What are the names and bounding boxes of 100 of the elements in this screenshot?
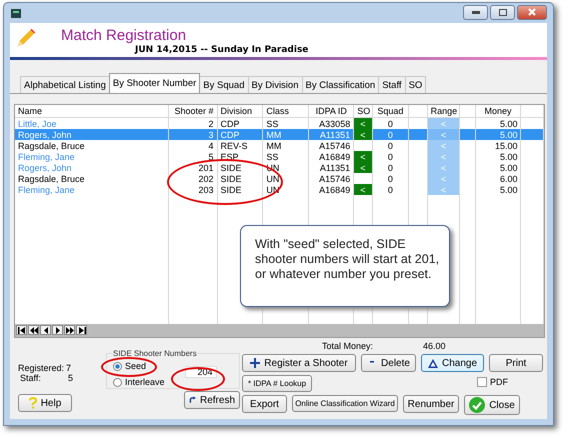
button[interactable]: Delete <box>361 354 416 372</box>
table-cell: 15.00 <box>475 140 521 151</box>
close-button[interactable] <box>517 4 547 20</box>
so-flag: < <box>354 151 372 162</box>
app-title: Match Registration <box>61 28 188 44</box>
last-button[interactable] <box>76 325 87 335</box>
column-header[interactable]: Division <box>217 105 263 118</box>
next-button[interactable] <box>52 325 63 335</box>
table-cell: 0 <box>372 162 409 173</box>
column-header[interactable]: Name <box>15 105 168 118</box>
stat-value: 7 <box>66 363 72 373</box>
table-cell: A15746 <box>308 173 354 184</box>
tab[interactable]: SO <box>404 76 426 93</box>
group-title: SIDE Shooter Numbers <box>113 349 197 358</box>
table-cell: UN <box>262 173 309 184</box>
tab[interactable]: By Division <box>248 76 302 93</box>
so-flag: < <box>354 129 372 140</box>
button[interactable]: Change <box>421 354 484 372</box>
table-cell: SIDE <box>217 184 263 195</box>
table-cell: MM <box>262 140 309 151</box>
table-cell: 0 <box>372 129 409 140</box>
tab[interactable]: By Shooter Number <box>108 73 200 93</box>
table-cell: Ragsdale, Bruce <box>15 140 168 151</box>
table-row[interactable]: Ragsdale, Bruce 4 REV-S MM A15746 0 < 15.00 <box>15 140 544 151</box>
button[interactable]: Print <box>489 354 543 372</box>
table-cell: MM <box>262 129 309 140</box>
button[interactable]: Refresh <box>184 391 240 409</box>
tab[interactable]: Alphabetical Listing <box>20 76 110 93</box>
table-cell: 5.00 <box>475 129 521 140</box>
plus-icon <box>250 358 260 368</box>
table-cell: SS <box>262 151 309 162</box>
skip-end-icon <box>78 326 86 334</box>
table-cell: A11351 <box>308 129 354 140</box>
range-cell: < <box>427 162 460 173</box>
table-cell: 203 <box>168 184 217 195</box>
table-cell: SIDE <box>217 162 263 173</box>
table-cell: A15746 <box>308 140 354 151</box>
table-cell: 202 <box>168 173 217 184</box>
button[interactable]: * IDPA # Lookup <box>242 375 312 392</box>
so-flag: < <box>354 184 372 195</box>
table-cell: 6.00 <box>475 173 521 184</box>
table-cell: 0 <box>372 184 409 195</box>
button[interactable]: Renumber <box>403 395 459 413</box>
app-icon <box>11 8 21 18</box>
table-cell: Ragsdale, Bruce <box>15 173 168 184</box>
total-label: Total Money: <box>322 341 374 351</box>
check-icon <box>469 397 486 413</box>
table-cell: Fleming, Jane <box>15 184 168 195</box>
table-cell: 3 <box>168 129 217 140</box>
rewind-icon <box>30 326 38 334</box>
table-cell: 4 <box>168 140 217 151</box>
prev-page-button[interactable] <box>28 325 39 335</box>
minimize-icon <box>472 10 480 14</box>
refresh-icon <box>189 395 196 405</box>
radio-option[interactable]: Interleave <box>113 377 165 387</box>
pdf-checkbox[interactable]: PDF <box>477 377 508 387</box>
right-triangle-icon <box>54 326 62 334</box>
tab[interactable]: By Squad <box>199 76 248 93</box>
range-cell: < <box>427 129 460 140</box>
button[interactable]: Help <box>18 394 72 412</box>
table-cell: Rogers, John <box>15 162 168 173</box>
table-cell: REV-S <box>217 140 263 151</box>
tab[interactable]: By Classification <box>302 76 380 93</box>
callout-text: With "seed" selected, SIDE shooter numbers will start at 201, or whatever number you preset. <box>255 237 440 281</box>
pencil-icon <box>15 27 37 49</box>
match-subtitle: JUN 14,2015 -- Sunday In Paradise <box>135 44 308 56</box>
button[interactable]: Online Classification Wizard <box>292 395 398 412</box>
table-row[interactable]: Rogers, John 3 CDP MM A11351 < 0 < 5.00 <box>15 129 544 140</box>
button[interactable]: Export <box>242 395 287 413</box>
column-header[interactable]: Class <box>262 105 309 118</box>
prev-button[interactable] <box>40 325 51 335</box>
triangle-icon <box>428 358 438 368</box>
question-icon <box>28 397 37 409</box>
button[interactable]: Close <box>464 395 520 415</box>
column-header[interactable]: IDPA ID <box>308 105 354 118</box>
table-cell: Rogers, John <box>15 129 168 140</box>
fast-forward-icon <box>66 326 74 334</box>
left-triangle-icon <box>42 326 50 334</box>
close-icon <box>528 8 536 16</box>
radio-option[interactable]: Seed <box>113 361 165 371</box>
range-cell: < <box>427 151 460 162</box>
so-flag: < <box>354 162 372 173</box>
minimize-button[interactable] <box>463 4 488 20</box>
table-cell: 201 <box>168 162 217 173</box>
table-cell: 5.00 <box>475 162 521 173</box>
next-page-button[interactable] <box>64 325 75 335</box>
button[interactable]: Register a Shooter <box>242 354 356 372</box>
annotation-ellipse <box>101 357 157 377</box>
skip-start-icon <box>18 326 26 334</box>
stat-label: Registered: <box>18 363 66 373</box>
column-header[interactable]: Money <box>475 105 521 118</box>
first-button[interactable] <box>16 325 27 335</box>
column-header[interactable]: Squad <box>372 105 409 118</box>
range-cell: < <box>427 140 460 151</box>
table-cell: Fleming, Jane <box>15 151 168 162</box>
table-cell: SIDE <box>217 173 263 184</box>
column-header[interactable]: Shooter # <box>168 105 217 118</box>
maximize-button[interactable] <box>490 4 515 20</box>
table-row[interactable]: Ragsdale, Bruce 202 SIDE UN A15746 0 < 6.00 <box>15 173 544 184</box>
table-cell: 5.00 <box>475 151 521 162</box>
